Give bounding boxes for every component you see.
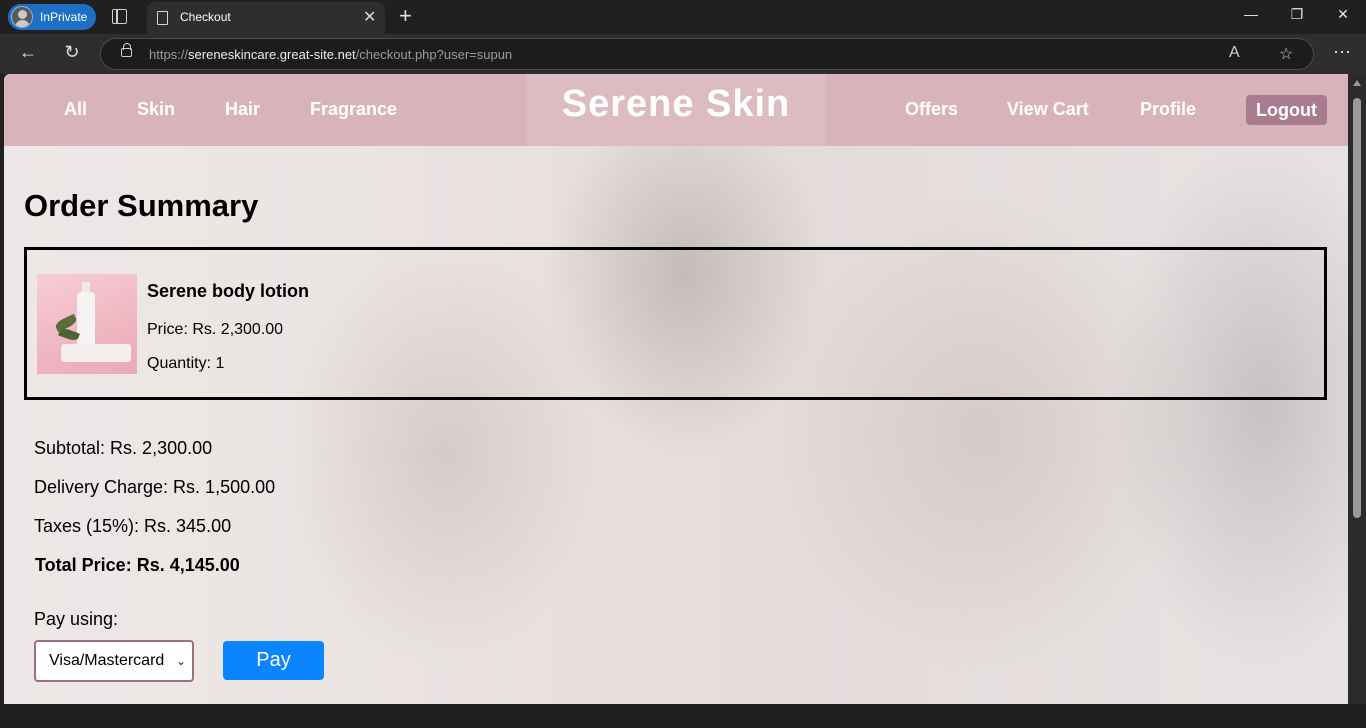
browser-tab-bar: InPrivate Checkout ✕ + — ❐ ✕ [0,0,1366,34]
minimize-icon[interactable]: — [1236,6,1266,22]
inprivate-badge[interactable]: InPrivate [8,4,96,30]
logout-button[interactable]: Logout [1246,95,1327,125]
page-viewport: All Skin Hair Fragrance Serene Skin Offe… [4,74,1348,704]
tab-checkout[interactable]: Checkout ✕ [147,2,385,34]
url-path: /checkout.php?user=supun [355,47,513,62]
address-bar[interactable]: https://sereneskincare.great-site.net/ch… [100,38,1314,70]
product-image [37,274,137,374]
nav-skin[interactable]: Skin [137,99,175,120]
payment-method-select[interactable]: Visa/Mastercard ⌄ [34,640,194,682]
nav-view-cart[interactable]: View Cart [1007,99,1089,120]
total-price-text: Total Price: Rs. 4,145.00 [35,555,240,575]
pay-using-label: Pay using: [34,609,119,629]
scrollbar[interactable] [1348,74,1366,704]
tab-title: Checkout [180,10,231,24]
favorite-star-icon[interactable]: ☆ [1279,44,1293,64]
new-tab-icon[interactable]: + [399,3,412,29]
url-text[interactable]: https://sereneskincare.great-site.net/ch… [149,47,512,62]
brand-logo[interactable]: Serene Skin [526,74,826,146]
scroll-up-icon[interactable] [1353,80,1361,86]
url-host: sereneskincare.great-site.net [188,47,356,62]
site-navbar: All Skin Hair Fragrance Serene Skin Offe… [4,74,1348,146]
tab-actions-icon[interactable] [112,9,127,24]
read-aloud-icon[interactable]: A [1229,44,1240,62]
nav-profile[interactable]: Profile [1140,99,1196,120]
profile-avatar-icon [11,6,33,28]
taxes-text: Taxes (15%): Rs. 345.00 [34,516,232,536]
close-window-icon[interactable]: ✕ [1328,6,1358,23]
more-menu-icon[interactable]: ⋯ [1330,42,1354,63]
pay-button[interactable]: Pay [223,641,324,680]
restore-icon[interactable]: ❐ [1282,6,1312,23]
browser-toolbar: ← ↻ https://sereneskincare.great-site.ne… [0,34,1366,74]
url-scheme: https:// [149,47,189,62]
refresh-icon[interactable]: ↻ [60,42,84,63]
page-icon [157,11,168,25]
nav-hair[interactable]: Hair [225,99,260,120]
back-icon[interactable]: ← [16,42,40,63]
window-bottom-edge [0,704,1366,728]
product-name: Serene body lotion [147,281,310,301]
inprivate-label: InPrivate [40,10,88,24]
nav-fragrance[interactable]: Fragrance [310,99,397,120]
order-item-card: Serene body lotion Price: Rs. 2,300.00 Q… [24,247,1327,400]
close-tab-icon[interactable]: ✕ [363,7,376,27]
nav-all[interactable]: All [64,99,87,120]
product-quantity: Quantity: 1 [147,355,225,372]
subtotal-text: Subtotal: Rs. 2,300.00 [34,438,213,458]
product-price: Price: Rs. 2,300.00 [147,321,284,338]
scrollbar-thumb[interactable] [1353,98,1361,518]
page-title: Order Summary [24,188,259,223]
lock-icon[interactable] [121,43,132,57]
delivery-charge-text: Delivery Charge: Rs. 1,500.00 [34,477,276,497]
chevron-down-icon: ⌄ [175,654,186,668]
brand-name: Serene Skin [561,83,791,125]
payment-method-value: Visa/Mastercard [49,652,165,669]
nav-offers[interactable]: Offers [905,99,958,120]
